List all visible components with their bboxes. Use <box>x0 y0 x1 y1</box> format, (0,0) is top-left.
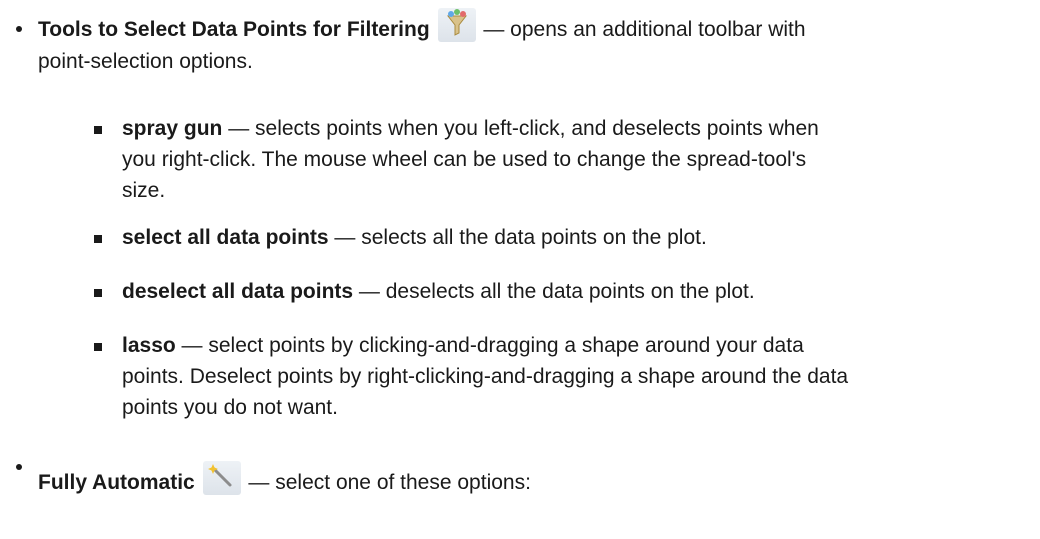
top-bullet-line-1: Tools to Select Data Points for Filterin… <box>38 8 806 45</box>
select-all-term: select all data points <box>122 226 329 249</box>
deselect-all-term: deselect all data points <box>122 280 354 303</box>
lasso-term: lasso <box>122 334 176 357</box>
spray-gun-line-3: size. <box>122 179 166 202</box>
square-bullet <box>94 343 102 351</box>
lasso-line-3: points you do not want. <box>122 396 338 419</box>
bullet-dot <box>16 26 22 32</box>
square-bullet <box>94 289 102 297</box>
select-all-line: select all data points — selects all the… <box>122 226 707 249</box>
document-body: Tools to Select Data Points for Filterin… <box>0 0 1040 539</box>
spray-gun-term: spray gun <box>122 117 223 140</box>
deselect-all-line: deselect all data points — deselects all… <box>122 280 755 303</box>
square-bullet <box>94 235 102 243</box>
spray-gun-line-2: you right-click. The mouse wheel can be … <box>122 148 807 171</box>
top-bullet-line-2: point-selection options. <box>38 50 253 73</box>
top-bullet-title: Tools to Select Data Points for Filterin… <box>38 18 430 41</box>
square-bullet <box>94 126 102 134</box>
bottom-bullet-dash-text: — select one of these options: <box>248 471 531 494</box>
filter-funnel-icon <box>437 8 476 42</box>
bottom-bullet-title: Fully Automatic <box>38 471 195 494</box>
bottom-bullet-line: Fully Automatic — select one of these op… <box>38 461 531 498</box>
spray-gun-line-1: spray gun — selects points when you left… <box>122 117 819 140</box>
bullet-dot <box>16 464 22 470</box>
magic-wand-icon <box>202 461 241 495</box>
lasso-line-2: points. Deselect points by right-clickin… <box>122 365 849 388</box>
top-bullet-dash-text: — opens an additional toolbar with <box>483 18 806 41</box>
lasso-line-1: lasso — select points by clicking-and-dr… <box>122 334 804 357</box>
